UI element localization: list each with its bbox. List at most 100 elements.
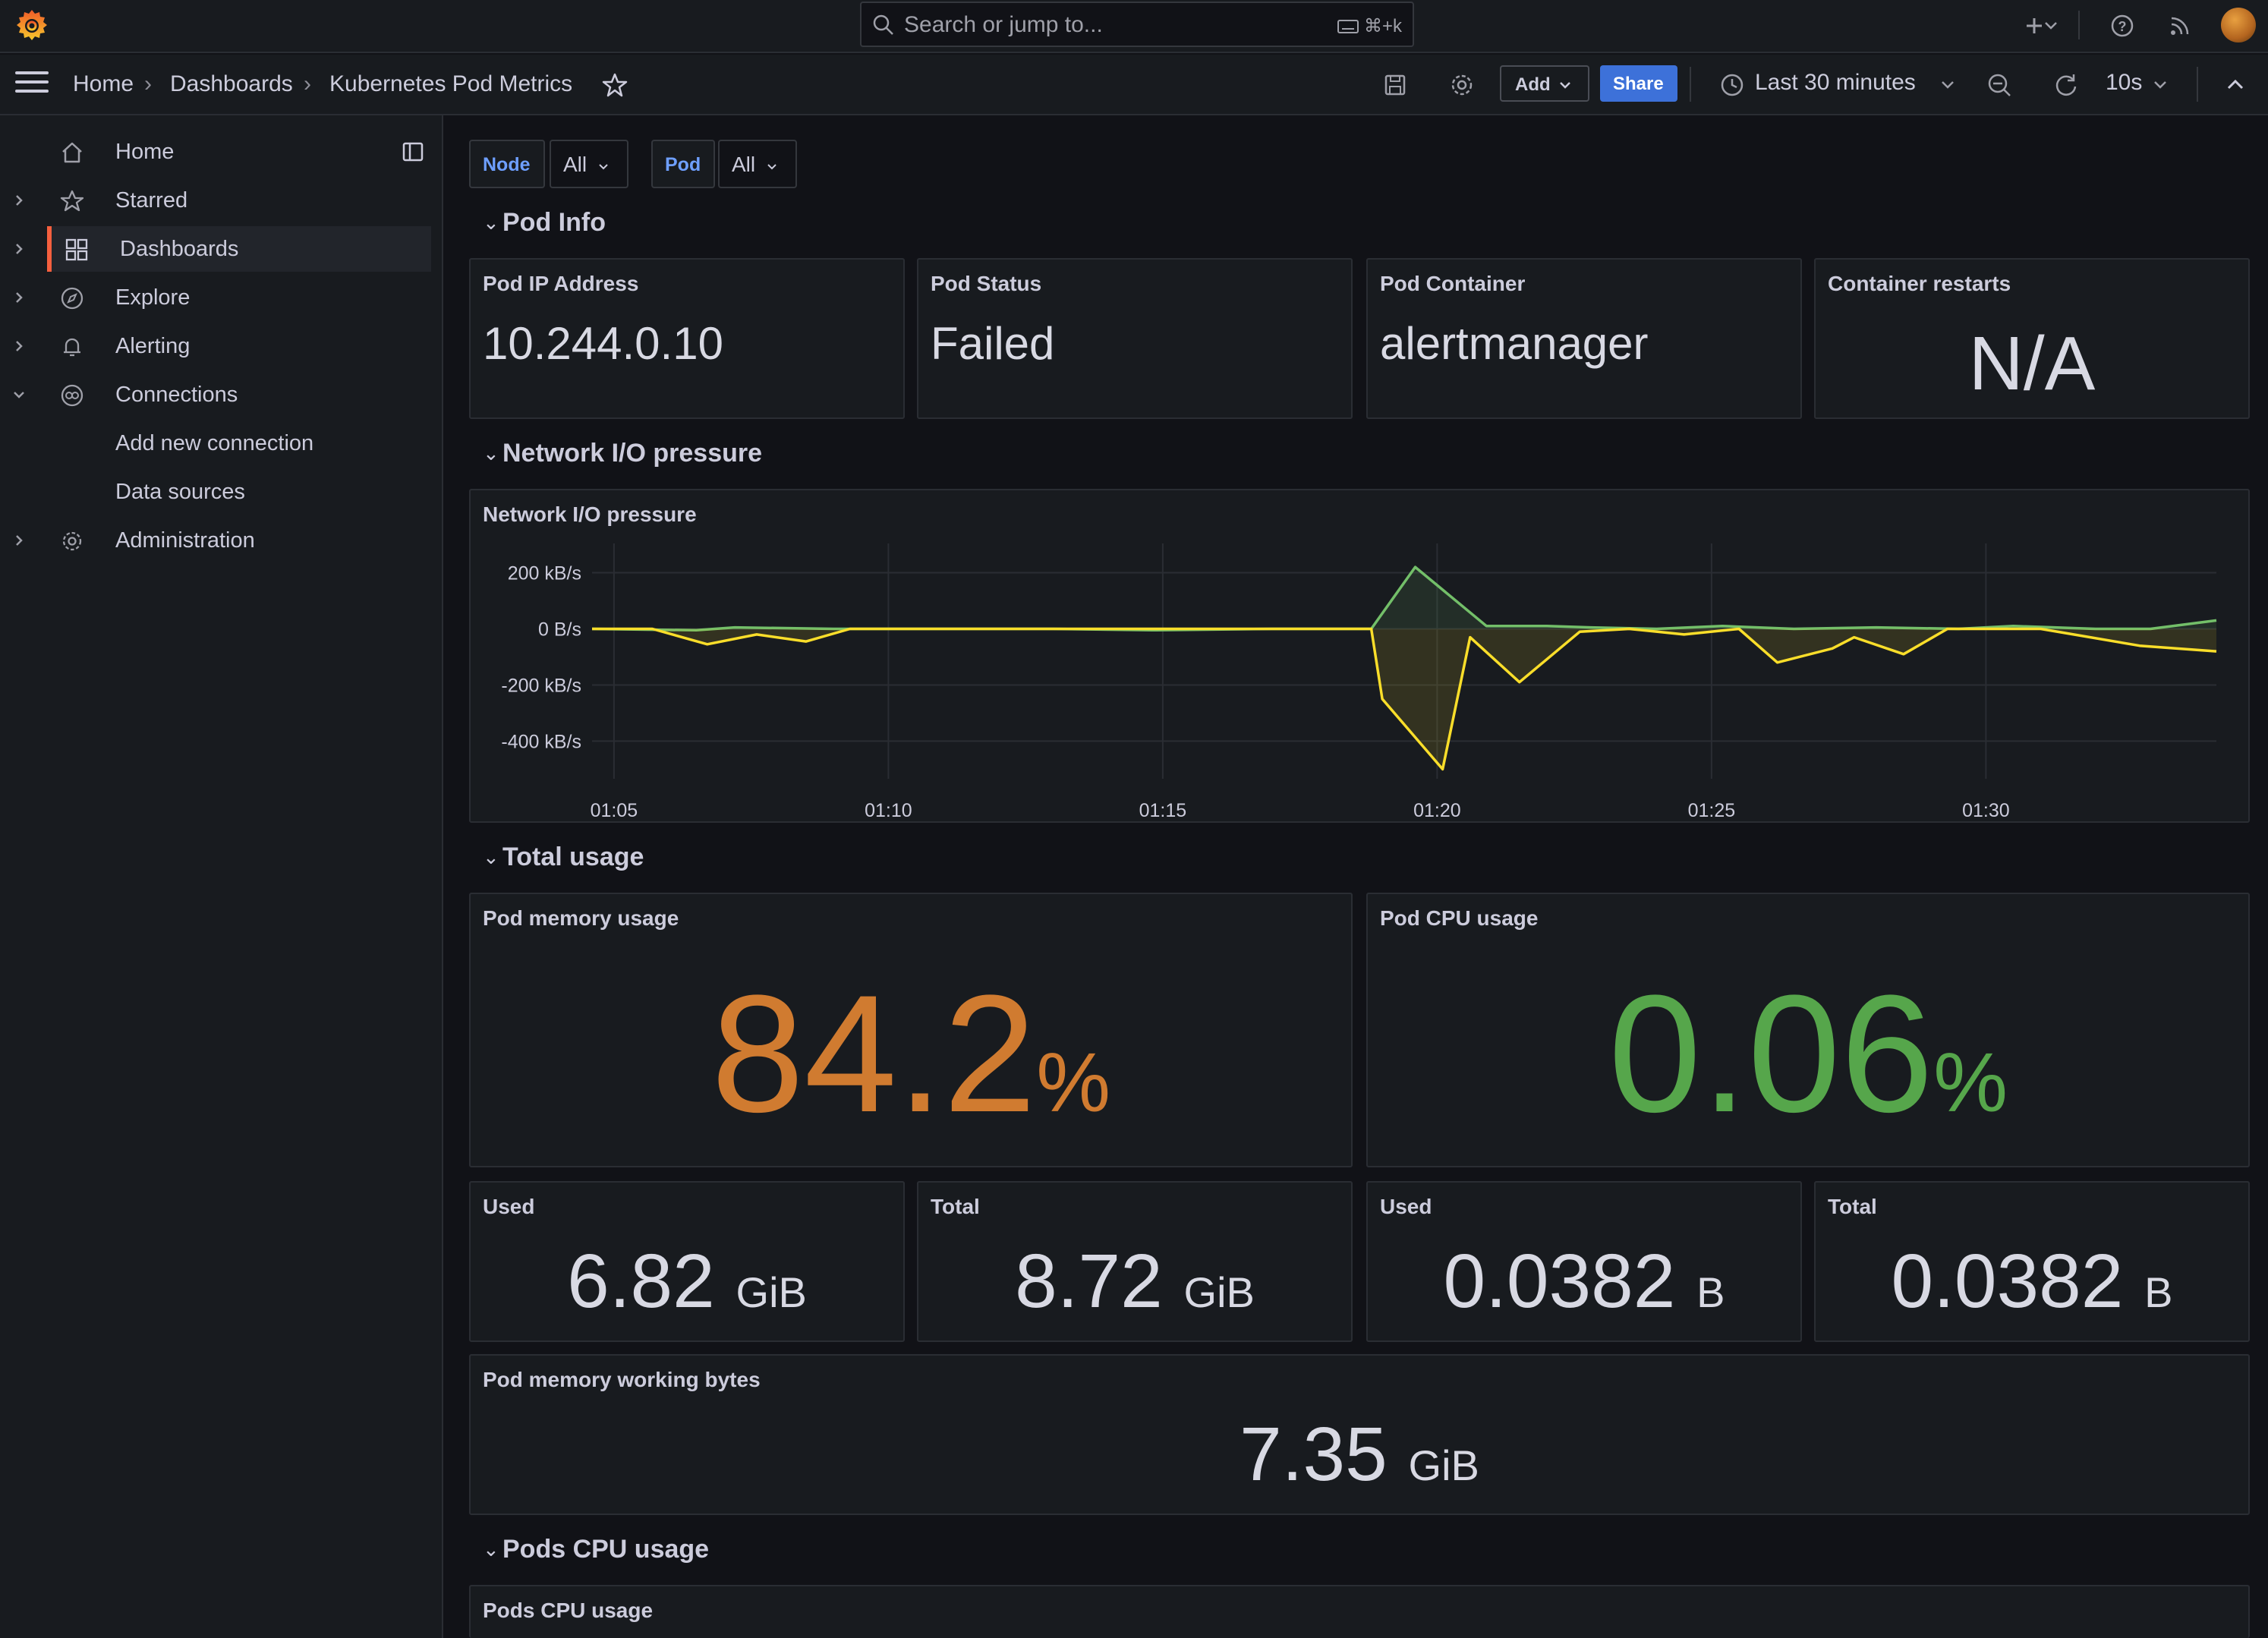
panel-pods-cpu-usage[interactable]: Pods CPU usage <box>469 1585 2250 1638</box>
chevron-down-icon <box>599 164 608 170</box>
panel-cpu-total[interactable]: Total 0.0382 B <box>1814 1181 2250 1342</box>
row-title-network[interactable]: Network I/O pressure <box>502 439 762 468</box>
x-tick-label: 01:30 <box>1962 800 2010 821</box>
pod-container-value: alertmanager <box>1380 318 1649 369</box>
keyboard-icon <box>1337 20 1359 33</box>
panel-title: Pod memory usage <box>483 906 679 930</box>
breadcrumb-home[interactable]: Home <box>73 71 134 97</box>
chevron-right-icon[interactable] <box>11 287 27 308</box>
dock-menu-icon[interactable] <box>401 140 425 164</box>
panel-cpu-used[interactable]: Used 0.0382 B <box>1366 1181 1802 1342</box>
search-placeholder: Search or jump to... <box>904 12 1103 37</box>
breadcrumb-current-dashboard: Kubernetes Pod Metrics <box>329 71 573 96</box>
save-icon[interactable] <box>1380 70 1410 100</box>
refresh-icon[interactable] <box>2051 70 2081 100</box>
refresh-interval-picker[interactable]: 10s <box>2106 70 2142 96</box>
row-collapse-chevron-icon[interactable]: ⌄ <box>483 442 499 465</box>
cpu-total-stat: 0.0382 B <box>1891 1239 2173 1324</box>
x-tick-label: 01:05 <box>591 800 638 821</box>
panel-pod-cpu-usage[interactable]: Pod CPU usage 0.06% <box>1366 893 2250 1167</box>
row-collapse-chevron-icon[interactable]: ⌄ <box>483 1538 499 1561</box>
search-shortcut: ⌘+k <box>1337 15 1402 37</box>
panel-network-io[interactable]: Network I/O pressure 200 kB/s 0 B/s -200 k… <box>469 489 2250 823</box>
panel-pod-status[interactable]: Pod Status Failed <box>917 258 1353 419</box>
chevron-up-icon[interactable] <box>2224 70 2247 100</box>
panel-memory-used[interactable]: Used 6.82 GiB <box>469 1181 905 1342</box>
sidebar-subitem-add-new-connection[interactable]: Add new connection <box>115 431 313 456</box>
memory-total-stat: 8.72 GiB <box>1015 1239 1255 1324</box>
variable-node-select[interactable]: All <box>550 140 628 188</box>
news-feed-icon[interactable] <box>2165 11 2195 41</box>
panel-pod-ip[interactable]: Pod IP Address 10.244.0.10 <box>469 258 905 419</box>
cpu-used-stat: 0.0382 B <box>1443 1239 1725 1324</box>
network-io-chart[interactable]: 200 kB/s 0 B/s -200 kB/s -400 kB/s 01:05 01:1… <box>471 490 2251 824</box>
user-avatar[interactable] <box>2221 8 2256 43</box>
sidebar-item-dashboards[interactable]: Dashboards <box>47 226 431 272</box>
panel-pod-memory-usage[interactable]: Pod memory usage 84.2% <box>469 893 1353 1167</box>
memory-usage-value: 84.2 <box>711 960 1037 1147</box>
row-title-total-usage[interactable]: Total usage <box>502 843 644 872</box>
cpu-usage-unit: % <box>1933 1036 2008 1129</box>
panel-title: Pod Status <box>931 272 1042 295</box>
sidebar-item-label: Connections <box>115 383 238 407</box>
bell-icon <box>64 338 80 357</box>
zoom-out-icon[interactable] <box>1984 70 2014 100</box>
x-tick-label: 01:20 <box>1413 800 1461 821</box>
sidebar-subitem-data-sources[interactable]: Data sources <box>115 480 245 505</box>
chevron-right-icon[interactable] <box>11 530 27 551</box>
breadcrumb-dashboards[interactable]: Dashboards <box>170 71 293 97</box>
variable-pod-select[interactable]: All <box>718 140 797 188</box>
chevron-down-icon[interactable] <box>1939 70 1957 100</box>
sidebar-item-administration[interactable]: Administration <box>0 518 431 563</box>
panel-pod-container[interactable]: Pod Container alertmanager <box>1366 258 1802 419</box>
chevron-right-icon[interactable] <box>11 238 27 260</box>
star-icon <box>60 190 84 212</box>
chevron-down-icon[interactable] <box>2042 11 2060 41</box>
y-tick-label: -400 kB/s <box>501 731 581 752</box>
panel-memory-working-bytes[interactable]: Pod memory working bytes 7.35 GiB <box>469 1354 2250 1515</box>
panel-title: Pod memory working bytes <box>483 1368 761 1391</box>
chevron-down-icon[interactable] <box>11 384 27 405</box>
series-area <box>592 628 2216 770</box>
connections-icon <box>61 384 83 407</box>
search-bar[interactable]: Search or jump to... ⌘+k <box>860 2 1414 47</box>
add-button[interactable]: Add <box>1500 65 1589 102</box>
time-range-picker[interactable]: Last 30 minutes <box>1755 70 1916 96</box>
panel-container-restarts[interactable]: Container restarts N/A <box>1814 258 2250 419</box>
top-bar: Search or jump to... ⌘+k ? <box>0 0 2268 53</box>
breadcrumb-separator-icon: › <box>144 71 152 96</box>
chevron-right-icon[interactable] <box>11 190 27 211</box>
sidebar-item-alerting[interactable]: Alerting <box>0 323 431 369</box>
panel-memory-total[interactable]: Total 8.72 GiB <box>917 1181 1353 1342</box>
panel-title: Used <box>483 1195 535 1218</box>
sidebar-item-connections[interactable]: Connections <box>0 372 431 417</box>
panel-title: Total <box>931 1195 980 1218</box>
row-collapse-chevron-icon[interactable]: ⌄ <box>483 846 499 869</box>
sidebar-item-starred[interactable]: Starred <box>0 178 431 223</box>
row-collapse-chevron-icon[interactable]: ⌄ <box>483 211 499 235</box>
settings-gear-icon[interactable] <box>1447 70 1477 100</box>
sidebar-item-label: Dashboards <box>120 237 239 261</box>
divider <box>1690 67 1691 102</box>
row-title-pod-info[interactable]: Pod Info <box>502 208 606 238</box>
pod-status-value: Failed <box>931 318 1055 369</box>
star-icon[interactable] <box>600 70 630 100</box>
variable-node-label: Node <box>469 140 545 188</box>
panel-title: Pod Container <box>1380 272 1526 295</box>
chevron-right-icon[interactable] <box>11 335 27 357</box>
chevron-down-icon[interactable] <box>2151 70 2169 100</box>
sidebar-item-home[interactable]: Home <box>0 129 431 175</box>
memory-used-stat: 6.82 GiB <box>567 1239 807 1324</box>
sidebar-item-explore[interactable]: Explore <box>0 275 431 320</box>
gear-icon <box>62 531 82 551</box>
series-area <box>592 567 2216 631</box>
menu-icon[interactable] <box>15 71 49 99</box>
grafana-logo-icon[interactable] <box>14 8 50 44</box>
panel-title: Used <box>1380 1195 1432 1218</box>
chevron-down-icon <box>1560 82 1571 89</box>
row-title-pods-cpu[interactable]: Pods CPU usage <box>502 1535 709 1564</box>
share-button[interactable]: Share <box>1600 65 1677 102</box>
clock-icon[interactable] <box>1717 70 1747 100</box>
help-icon[interactable]: ? <box>2107 11 2137 41</box>
sidebar-item-label: Home <box>115 140 175 164</box>
